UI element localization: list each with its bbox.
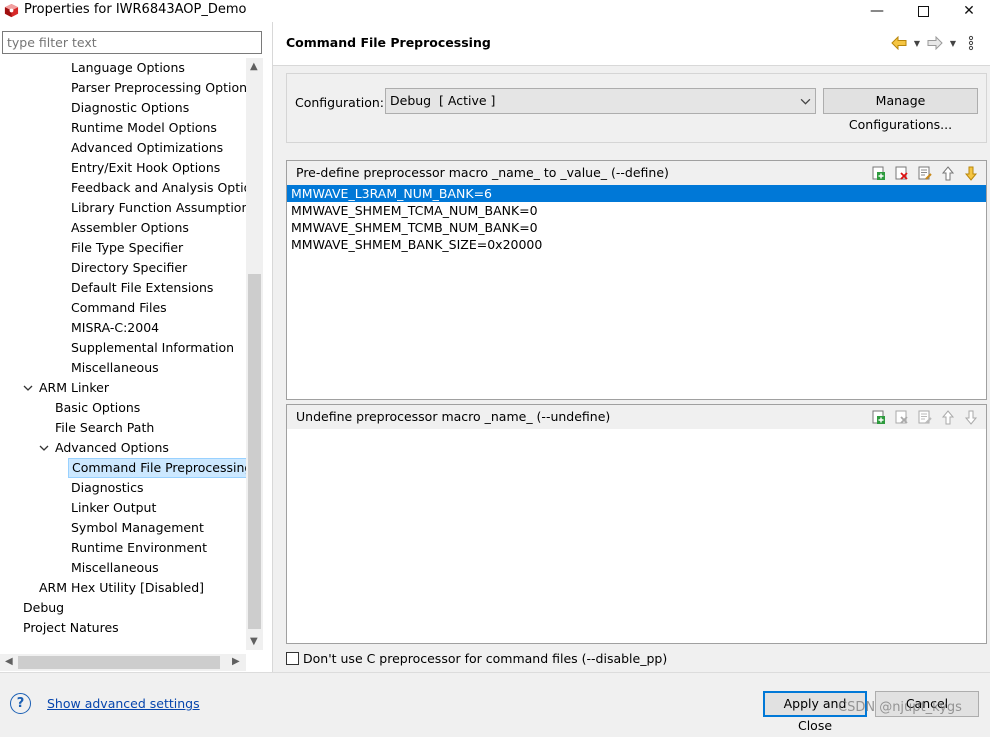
disable-pp-label: Don't use C preprocessor for command fil… (303, 651, 668, 666)
delete-icon[interactable] (892, 164, 911, 182)
scroll-up-icon[interactable]: ▲ (250, 61, 258, 72)
tree-item-misra-c-2004[interactable]: MISRA-C:2004 (71, 318, 159, 338)
define-list-toolbar (869, 164, 980, 182)
scroll-left-icon[interactable]: ◀ (5, 656, 13, 667)
tree-item-language-options[interactable]: Language Options (71, 58, 185, 78)
tree-item-miscellaneous-linker[interactable]: Miscellaneous (71, 558, 159, 578)
tree-item-file-type-specifier[interactable]: File Type Specifier (71, 238, 183, 258)
delete-icon (892, 408, 911, 426)
close-icon: ✕ (963, 3, 975, 19)
tree-vertical-scrollbar[interactable]: ▲ ▼ (246, 58, 263, 650)
define-macros-panel: Pre-define preprocessor macro _name_ to … (286, 160, 987, 400)
undefine-list-title: Undefine preprocessor macro _name_ (--un… (296, 409, 611, 424)
tree-item-assembler-options[interactable]: Assembler Options (71, 218, 189, 238)
watermark: CSDN @njupt_kygs (838, 700, 962, 715)
tree-item-default-file-extensions[interactable]: Default File Extensions (71, 278, 213, 298)
navigation-pane: Language Options Parser Preprocessing Op… (0, 22, 272, 672)
tree-item-advanced-options[interactable]: Advanced Options (55, 438, 169, 458)
tree-item-supplemental-information[interactable]: Supplemental Information (71, 338, 234, 358)
properties-tree: Language Options Parser Preprocessing Op… (0, 58, 246, 650)
forward-menu-chevron-icon[interactable]: ▼ (948, 39, 958, 48)
configuration-select[interactable]: Debug [ Active ] (385, 88, 816, 114)
dialog-footer: ? Show advanced settings Apply and Close… (0, 672, 990, 733)
scroll-right-icon[interactable]: ▶ (232, 656, 240, 667)
define-macros-list: MMWAVE_L3RAM_NUM_BANK=6 MMWAVE_SHMEM_TCM… (287, 185, 986, 253)
scrollbar-thumb[interactable] (248, 274, 261, 629)
help-icon[interactable]: ? (10, 693, 31, 714)
app-cube-icon (4, 3, 19, 18)
undefine-macros-panel: Undefine preprocessor macro _name_ (--un… (286, 404, 987, 644)
tree-item-debug[interactable]: Debug (23, 598, 64, 618)
define-list-header: Pre-define preprocessor macro _name_ to … (287, 161, 986, 185)
tree-item-miscellaneous-compiler[interactable]: Miscellaneous (71, 358, 159, 378)
edit-icon[interactable] (915, 164, 934, 182)
maximize-button[interactable] (900, 0, 946, 22)
minimize-icon: — (870, 3, 884, 19)
forward-arrow-icon[interactable] (926, 34, 944, 52)
list-item[interactable]: MMWAVE_SHMEM_TCMB_NUM_BANK=0 (287, 219, 986, 236)
show-advanced-settings-link[interactable]: Show advanced settings (47, 696, 200, 711)
properties-page: Command File Preprocessing ▼ ▼ Configura… (273, 22, 990, 672)
manage-configurations-button[interactable]: Manage Configurations... (823, 88, 978, 132)
window-title: Properties for IWR6843AOP_Demo (24, 2, 247, 17)
disable-pp-checkbox[interactable] (286, 652, 299, 665)
tree-item-command-files[interactable]: Command Files (71, 298, 167, 318)
move-down-icon (961, 408, 980, 426)
add-icon[interactable] (869, 164, 888, 182)
more-options-icon[interactable] (962, 34, 980, 52)
tree-item-directory-specifier[interactable]: Directory Specifier (71, 258, 187, 278)
undefine-list-header: Undefine preprocessor macro _name_ (--un… (287, 405, 986, 429)
tree-item-symbol-management[interactable]: Symbol Management (71, 518, 204, 538)
move-down-icon[interactable] (961, 164, 980, 182)
tree-item-library-function-assumptions[interactable]: Library Function Assumptions (71, 198, 246, 218)
title-bar: Properties for IWR6843AOP_Demo — ✕ (0, 0, 990, 22)
tree-item-feedback-and-analysis-options[interactable]: Feedback and Analysis Options (71, 178, 246, 198)
minimize-button[interactable]: — (854, 0, 900, 22)
list-item[interactable]: MMWAVE_SHMEM_TCMA_NUM_BANK=0 (287, 202, 986, 219)
move-up-icon[interactable] (938, 164, 957, 182)
chevron-down-icon (800, 98, 811, 105)
tree-item-advanced-optimizations[interactable]: Advanced Optimizations (71, 138, 223, 158)
tree-item-project-natures[interactable]: Project Natures (23, 618, 119, 638)
edit-icon (915, 408, 934, 426)
scrollbar-thumb[interactable] (18, 656, 220, 669)
page-title: Command File Preprocessing (286, 35, 491, 50)
move-up-icon (938, 408, 957, 426)
configuration-value: Debug [ Active ] (390, 93, 496, 108)
chevron-down-icon[interactable] (23, 383, 33, 393)
page-navigation: ▼ ▼ (890, 34, 980, 52)
tree-item-diagnostic-options[interactable]: Diagnostic Options (71, 98, 189, 118)
list-item[interactable]: MMWAVE_L3RAM_NUM_BANK=6 (287, 185, 986, 202)
tree-item-runtime-environment[interactable]: Runtime Environment (71, 538, 207, 558)
configuration-label: Configuration: (295, 95, 384, 110)
tree-item-file-search-path[interactable]: File Search Path (55, 418, 154, 438)
scroll-down-icon[interactable]: ▼ (250, 636, 258, 647)
close-button[interactable]: ✕ (946, 0, 990, 22)
tree-item-entry-exit-hook-options[interactable]: Entry/Exit Hook Options (71, 158, 220, 178)
tree-item-diagnostics[interactable]: Diagnostics (71, 478, 144, 498)
disable-pp-option[interactable]: Don't use C preprocessor for command fil… (286, 651, 667, 666)
tree-item-arm-hex-utility[interactable]: ARM Hex Utility [Disabled] (39, 578, 204, 598)
tree-item-linker-output[interactable]: Linker Output (71, 498, 156, 518)
tree-item-parser-preprocessing-options[interactable]: Parser Preprocessing Options (71, 78, 246, 98)
add-icon[interactable] (869, 408, 888, 426)
chevron-down-icon[interactable] (39, 443, 49, 453)
page-header: Command File Preprocessing ▼ ▼ (273, 22, 990, 66)
tree-item-command-file-preprocessing[interactable]: Command File Preprocessing (68, 458, 246, 478)
tree-horizontal-scrollbar[interactable]: ◀ ▶ (0, 654, 246, 671)
maximize-icon (917, 5, 929, 17)
define-list-title: Pre-define preprocessor macro _name_ to … (296, 165, 669, 180)
filter-input[interactable] (2, 31, 262, 54)
undefine-list-toolbar (869, 408, 980, 426)
list-item[interactable]: MMWAVE_SHMEM_BANK_SIZE=0x20000 (287, 236, 986, 253)
tree-item-runtime-model-options[interactable]: Runtime Model Options (71, 118, 217, 138)
tree-item-basic-options[interactable]: Basic Options (55, 398, 140, 418)
back-menu-chevron-icon[interactable]: ▼ (912, 39, 922, 48)
back-arrow-icon[interactable] (890, 34, 908, 52)
configuration-group: Configuration: Debug [ Active ] Manage C… (286, 73, 987, 143)
tree-item-arm-linker[interactable]: ARM Linker (39, 378, 109, 398)
